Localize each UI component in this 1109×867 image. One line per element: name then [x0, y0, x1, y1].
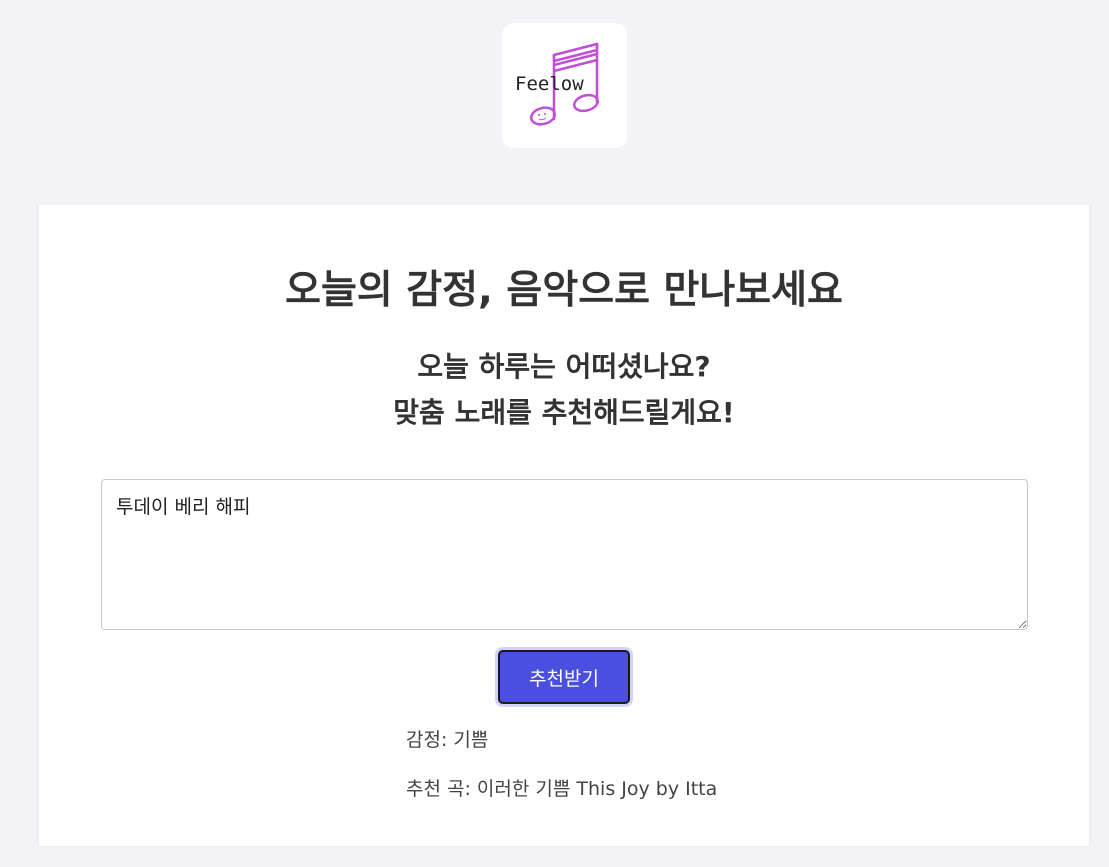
logo: Feelow — [502, 23, 627, 148]
main-card: 오늘의 감정, 음악으로 만나보세요 오늘 하루는 어떠셨나요? 맞춤 노래를 … — [39, 205, 1089, 846]
recommend-button[interactable]: 추천받기 — [498, 650, 630, 704]
mood-input[interactable]: 투데이 베리 해피 — [101, 479, 1028, 630]
song-recommendation: 추천 곡: 이러한 기쁨 This Joy by Itta — [406, 778, 718, 800]
subtitle-line-1: 오늘 하루는 어떠셨나요? — [417, 350, 711, 383]
page-title: 오늘의 감정, 음악으로 만나보세요 — [285, 268, 843, 313]
subtitle-line-2: 맞춤 노래를 추천해드릴게요! — [393, 396, 735, 429]
page-subtitle: 오늘 하루는 어떠셨나요? 맞춤 노래를 추천해드릴게요! — [39, 344, 1089, 436]
logo-text: Feelow — [515, 73, 584, 95]
emotion-result: 감정: 기쁨 — [406, 729, 489, 751]
